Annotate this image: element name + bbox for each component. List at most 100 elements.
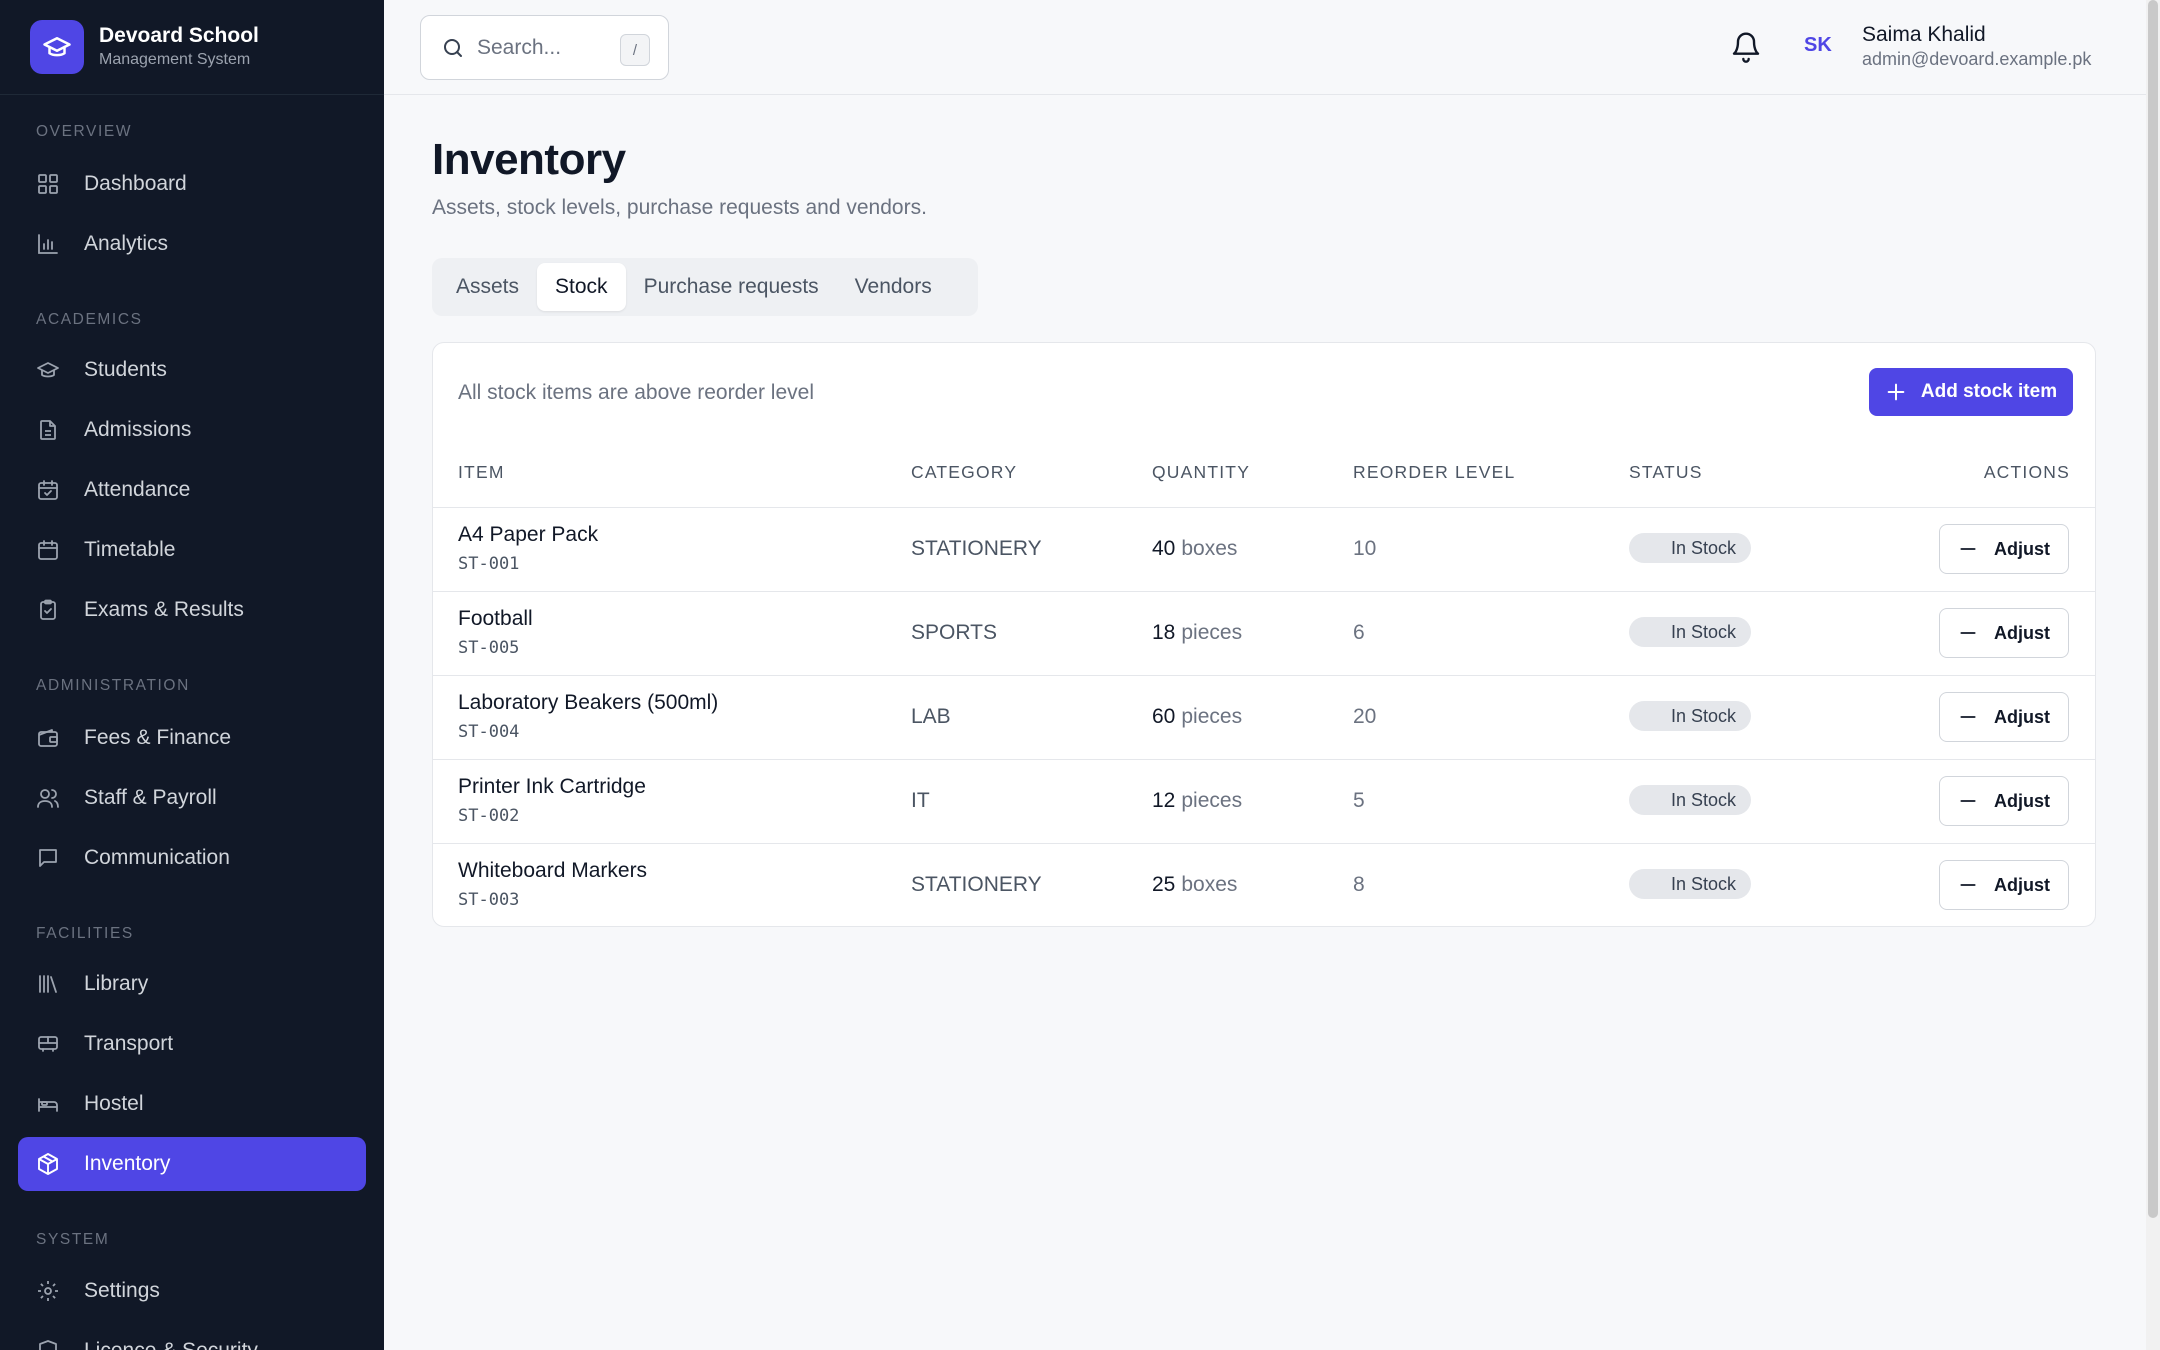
sidebar-item-label: Inventory [84,1152,171,1175]
status-badge: In Stock [1629,617,1752,647]
sidebar-item-settings[interactable]: Settings [18,1264,366,1318]
sidebar-item-staff-payroll[interactable]: Staff & Payroll [18,771,366,825]
sidebar-item-admissions[interactable]: Admissions [18,403,366,457]
table-row: Printer Ink Cartridge ST-002 IT 12 pieces… [433,759,2095,843]
search-shortcut-key: / [620,34,650,66]
sidebar-item-communication[interactable]: Communication [18,831,366,885]
sidebar-item-inventory[interactable]: Inventory [18,1137,366,1191]
quantity-value: 25 [1152,873,1176,896]
page-scrollbar[interactable] [2146,0,2160,1350]
item-category: IT [911,789,930,812]
status-badge: In Stock [1629,785,1752,815]
sidebar-item-label: Timetable [84,538,176,561]
add-stock-item-button[interactable]: Add stock item [1869,368,2073,416]
sidebar-item-label: Communication [84,846,230,869]
item-name: Football [458,607,533,630]
sidebar-item-dashboard[interactable]: Dashboard [18,157,366,211]
item-category: LAB [911,705,951,728]
scrollbar-thumb[interactable] [2148,0,2158,1218]
adjust-button[interactable]: Adjust [1939,776,2069,826]
quantity-value: 40 [1152,537,1176,560]
package-icon [38,1153,58,1175]
sidebar-item-analytics[interactable]: Analytics [18,217,366,271]
adjust-button[interactable]: Adjust [1939,608,2069,658]
adjust-button[interactable]: Adjust [1939,524,2069,574]
item-quantity: 25 boxes [1152,873,1237,897]
adjust-label: Adjust [1994,622,2050,643]
item-category: SPORTS [911,621,997,644]
tab-purchase-requests[interactable]: Purchase requests [626,263,837,311]
avatar[interactable]: SK [1804,34,1832,57]
message-icon [39,849,57,867]
adjust-label: Adjust [1994,874,2050,895]
item-quantity: 60 pieces [1152,705,1242,729]
item-name: Whiteboard Markers [458,859,648,882]
table-row: Football ST-005 SPORTS 18 pieces 6 In Sto… [433,591,2095,675]
item-code: ST-004 [458,722,520,742]
sidebar-item-label: Licence & Security [84,1339,258,1350]
nav-section-system: SYSTEM [36,1231,110,1248]
sidebar-item-fees-finance[interactable]: Fees & Finance [18,711,366,765]
brand-subtitle: Management System [99,50,251,68]
table-row: A4 Paper Pack ST-001 STATIONERY 40 boxes … [433,507,2095,591]
document-icon [40,420,56,440]
sidebar-item-library[interactable]: Library [18,957,366,1011]
sidebar-item-label: Library [84,972,149,995]
item-quantity: 40 boxes [1152,537,1237,561]
user-name: Saima Khalid [1862,23,1986,46]
quantity-unit: pieces [1181,789,1243,812]
column-header-reorder-level[interactable]: REORDER LEVEL [1353,462,1515,483]
library-icon [39,975,57,993]
minus-icon [1960,632,1976,634]
item-code: ST-001 [458,554,520,574]
sidebar-item-timetable[interactable]: Timetable [18,523,366,577]
quantity-value: 12 [1152,789,1176,812]
column-header-category[interactable]: CATEGORY [911,462,1017,483]
tab-stock[interactable]: Stock [537,263,626,311]
sidebar-item-label: Exams & Results [84,598,244,621]
sidebar-item-students[interactable]: Students [18,343,366,397]
quantity-unit: boxes [1181,537,1238,560]
users-icon [37,789,59,808]
brand[interactable]: Devoard School Management System [0,0,384,95]
adjust-button[interactable]: Adjust [1939,692,2069,742]
sidebar-item-hostel[interactable]: Hostel [18,1077,366,1131]
tab-vendors[interactable]: Vendors [837,263,950,311]
sidebar-item-exams-results[interactable]: Exams & Results [18,583,366,637]
user-email: admin@devoard.example.pk [1862,49,2092,70]
stock-card: All stock items are above reorder level … [432,342,2096,927]
column-header-status[interactable]: STATUS [1629,462,1703,483]
search-icon [444,38,462,57]
sidebar-item-label: Attendance [84,478,191,501]
item-reorder-level: 10 [1353,537,1377,560]
calendar-check-icon [38,480,58,500]
sidebar-item-licence-security[interactable]: Licence & Security [18,1324,366,1350]
tab-assets[interactable]: Assets [438,263,537,311]
gear-icon [38,1281,58,1301]
item-quantity: 12 pieces [1152,789,1242,813]
sidebar-item-label: Hostel [84,1092,144,1115]
quantity-unit: pieces [1181,621,1243,644]
bed-icon [38,1098,58,1112]
item-name: Printer Ink Cartridge [458,775,646,798]
item-reorder-level: 6 [1353,621,1365,644]
adjust-button[interactable]: Adjust [1939,860,2069,910]
bell-icon[interactable] [1730,30,1762,69]
add-stock-item-label: Add stock item [1920,381,2058,402]
item-name: Laboratory Beakers (500ml) [458,691,719,714]
status-badge: In Stock [1629,533,1752,563]
sidebar-item-transport[interactable]: Transport [18,1017,366,1071]
item-code: ST-003 [458,890,520,910]
column-header-quantity[interactable]: QUANTITY [1152,462,1250,483]
nav-section-academics: ACADEMICS [36,311,143,328]
sidebar-item-attendance[interactable]: Attendance [18,463,366,517]
sidebar-item-label: Transport [84,1032,174,1055]
search-input[interactable]: Search... / [420,15,669,80]
sidebar-item-label: Analytics [84,232,169,255]
item-category: STATIONERY [911,873,1042,896]
item-quantity: 18 pieces [1152,621,1242,645]
graduation-cap-icon [37,362,59,378]
user-menu[interactable]: Saima Khalid admin@devoard.example.pk [1862,22,2091,71]
column-header-item[interactable]: ITEM [458,462,505,483]
status-badge: In Stock [1629,701,1752,731]
